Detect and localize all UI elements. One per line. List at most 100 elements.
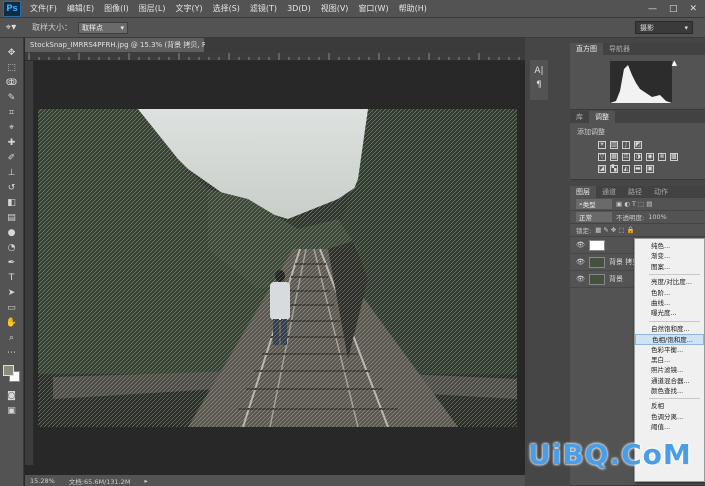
context-menu-item[interactable]: 曲线... bbox=[635, 298, 704, 308]
eyedropper-tool-icon[interactable]: ⌖ bbox=[4, 121, 20, 134]
kind-filter-select[interactable]: ⌕ 类型 bbox=[576, 199, 612, 209]
tab-adjustments[interactable]: 调整 bbox=[589, 111, 615, 123]
horizontal-ruler[interactable] bbox=[25, 52, 525, 61]
crop-tool-icon[interactable]: ⌗ bbox=[4, 106, 20, 119]
healing-brush-tool-icon[interactable]: ✚ bbox=[4, 136, 20, 149]
brightness-contrast-icon[interactable]: ☀ bbox=[598, 141, 606, 149]
context-menu-item[interactable]: 阈值... bbox=[635, 422, 704, 432]
photo-filter-icon[interactable]: ◉ bbox=[646, 153, 654, 161]
zoom-level[interactable]: 15.28% bbox=[30, 477, 55, 485]
context-menu-item[interactable]: 黑白... bbox=[635, 355, 704, 365]
context-menu-item[interactable]: 色阶... bbox=[635, 288, 704, 298]
status-arrow-icon[interactable]: ▸ bbox=[144, 477, 147, 485]
quick-mask-icon[interactable]: ◙ bbox=[4, 389, 20, 402]
levels-icon[interactable]: ▥ bbox=[610, 141, 618, 149]
workspace-select[interactable]: 摄影 ▾ bbox=[635, 21, 693, 34]
pen-tool-icon[interactable]: ✒ bbox=[4, 256, 20, 269]
curves-icon[interactable]: ∫ bbox=[622, 141, 630, 149]
tab-libraries[interactable]: 库 bbox=[570, 111, 589, 123]
minimize-icon[interactable]: — bbox=[648, 4, 657, 14]
gradient-map-icon[interactable]: ▬ bbox=[634, 165, 642, 173]
vibrance-icon[interactable]: ▽ bbox=[598, 153, 606, 161]
brush-tool-icon[interactable]: ✐ bbox=[4, 151, 20, 164]
lock-icons[interactable]: ▦ ✎ ✥ ⬚ 🔒 bbox=[595, 226, 635, 234]
color-lookup-icon[interactable]: ▩ bbox=[670, 153, 678, 161]
context-menu-item[interactable]: 亮度/对比度... bbox=[635, 277, 704, 287]
visibility-eye-icon[interactable]: 👁 bbox=[576, 275, 585, 283]
context-menu-item[interactable]: 色彩平衡... bbox=[635, 345, 704, 355]
clone-stamp-tool-icon[interactable]: ⊥ bbox=[4, 166, 20, 179]
menu-type[interactable]: 文字(Y) bbox=[170, 3, 207, 14]
menu-edit[interactable]: 编辑(E) bbox=[62, 3, 99, 14]
visibility-eye-icon[interactable]: 👁 bbox=[576, 241, 585, 249]
more-tools-icon[interactable]: ⋯ bbox=[4, 346, 20, 359]
document-canvas-image[interactable] bbox=[38, 109, 517, 427]
menu-layer[interactable]: 图层(L) bbox=[134, 3, 171, 14]
hue-saturation-icon[interactable]: ▦ bbox=[610, 153, 618, 161]
context-menu-item[interactable]: 自然饱和度... bbox=[635, 324, 704, 334]
menu-file[interactable]: 文件(F) bbox=[25, 3, 62, 14]
context-menu-item[interactable]: 照片滤镜... bbox=[635, 365, 704, 375]
character-panel-icon[interactable]: A| bbox=[534, 66, 543, 76]
exposure-icon[interactable]: ◩ bbox=[634, 141, 642, 149]
blend-mode-select[interactable]: 正常 bbox=[576, 212, 612, 222]
context-menu-item[interactable]: 曝光度... bbox=[635, 308, 704, 318]
menu-window[interactable]: 窗口(W) bbox=[353, 3, 393, 14]
menu-help[interactable]: 帮助(H) bbox=[394, 3, 432, 14]
threshold-icon[interactable]: ◭ bbox=[622, 165, 630, 173]
close-icon[interactable]: ✕ bbox=[689, 4, 697, 14]
menu-select[interactable]: 选择(S) bbox=[208, 3, 245, 14]
hand-tool-icon[interactable]: ✋ bbox=[4, 316, 20, 329]
quick-select-tool-icon[interactable]: ✎ bbox=[4, 91, 20, 104]
document-tab[interactable]: StockSnap_IMRRS4PFRH.jpg @ 15.3% (背景 拷贝,… bbox=[25, 38, 232, 52]
channel-mixer-icon[interactable]: ⊗ bbox=[658, 153, 666, 161]
menu-filter[interactable]: 滤镜(T) bbox=[245, 3, 282, 14]
shape-tool-icon[interactable]: ▭ bbox=[4, 301, 20, 314]
menu-image[interactable]: 图像(I) bbox=[99, 3, 134, 14]
path-select-tool-icon[interactable]: ➤ bbox=[4, 286, 20, 299]
blur-tool-icon[interactable]: ● bbox=[4, 226, 20, 239]
sample-size-select[interactable]: 取样点 ▾ bbox=[78, 21, 128, 34]
context-menu-item[interactable]: 通道混合器... bbox=[635, 376, 704, 386]
context-menu-item[interactable]: 色相/饱和度... bbox=[635, 334, 704, 345]
context-menu-item[interactable]: 色调分离... bbox=[635, 412, 704, 422]
tab-layers[interactable]: 图层 bbox=[570, 186, 596, 198]
context-menu-item[interactable]: 颜色查找... bbox=[635, 386, 704, 396]
screen-mode-icon[interactable]: ▣ bbox=[4, 404, 20, 417]
zoom-tool-icon[interactable]: ⌕ bbox=[4, 331, 20, 344]
paragraph-panel-icon[interactable]: ¶ bbox=[536, 80, 542, 90]
menu-3d[interactable]: 3D(D) bbox=[282, 4, 316, 13]
maximize-icon[interactable]: □ bbox=[669, 4, 678, 14]
history-brush-tool-icon[interactable]: ↺ bbox=[4, 181, 20, 194]
marquee-tool-icon[interactable]: ⬚ bbox=[4, 61, 20, 74]
menu-view[interactable]: 视图(V) bbox=[316, 3, 354, 14]
move-tool-icon[interactable]: ✥ bbox=[4, 46, 20, 59]
tab-histogram[interactable]: 直方图 bbox=[570, 43, 603, 55]
black-white-icon[interactable]: ◑ bbox=[634, 153, 642, 161]
posterize-icon[interactable]: ▚ bbox=[610, 165, 618, 173]
eyedropper-icon[interactable]: ⌖▾ bbox=[0, 22, 22, 33]
context-menu-item[interactable]: 反相 bbox=[635, 401, 704, 411]
tab-navigator[interactable]: 导航器 bbox=[603, 43, 636, 55]
color-balance-icon[interactable]: ⚖ bbox=[622, 153, 630, 161]
tab-paths[interactable]: 路径 bbox=[622, 186, 648, 198]
lasso-tool-icon[interactable]: ↂ bbox=[4, 76, 20, 89]
context-menu-item[interactable]: 纯色... bbox=[635, 241, 704, 251]
context-menu-item[interactable]: 图案... bbox=[635, 262, 704, 272]
filter-icons[interactable]: ▣ ◐ T ⬚ ▤ bbox=[616, 200, 652, 208]
foreground-color-swatch[interactable] bbox=[2, 365, 14, 376]
tab-actions[interactable]: 动作 bbox=[648, 186, 674, 198]
eraser-tool-icon[interactable]: ◧ bbox=[4, 196, 20, 209]
dodge-tool-icon[interactable]: ◔ bbox=[4, 241, 20, 254]
warning-icon[interactable]: ▲ bbox=[672, 59, 677, 67]
color-swatches[interactable] bbox=[2, 365, 21, 383]
visibility-eye-icon[interactable]: 👁 bbox=[576, 258, 585, 266]
opacity-value[interactable]: 100% bbox=[648, 213, 667, 221]
gradient-tool-icon[interactable]: ▤ bbox=[4, 211, 20, 224]
selective-color-icon[interactable]: ▣ bbox=[646, 165, 654, 173]
context-menu-item[interactable]: 渐变... bbox=[635, 251, 704, 261]
tab-channels[interactable]: 通道 bbox=[596, 186, 622, 198]
invert-icon[interactable]: ◪ bbox=[598, 165, 606, 173]
type-tool-icon[interactable]: T bbox=[4, 271, 20, 284]
vertical-ruler[interactable] bbox=[25, 61, 34, 465]
